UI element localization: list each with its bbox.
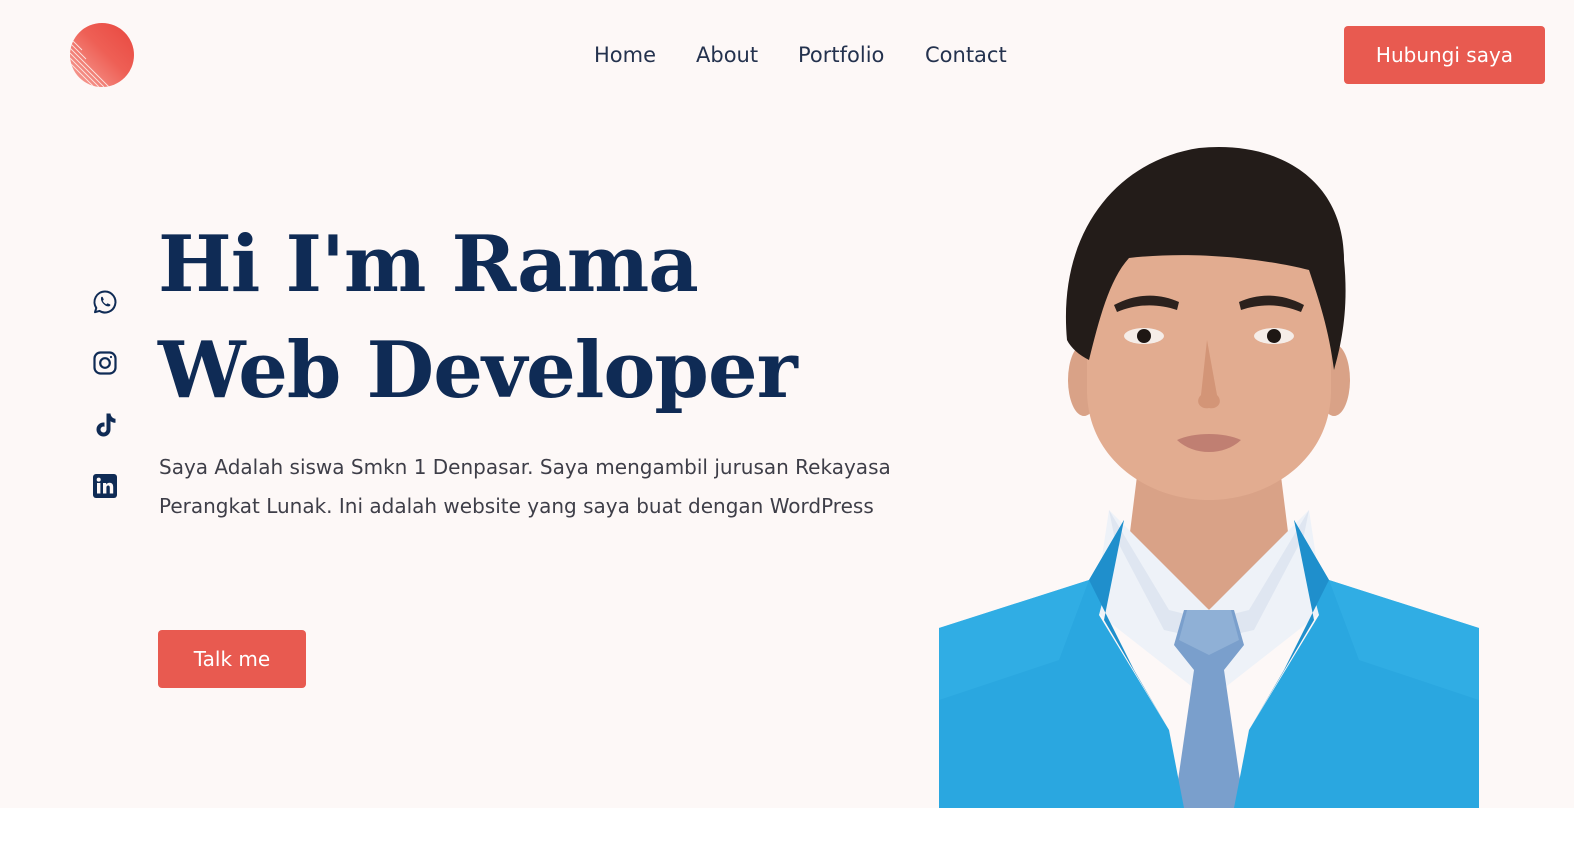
- nav-about[interactable]: About: [696, 40, 758, 70]
- hero-headline-line-1: Hi I'm Rama: [158, 219, 699, 310]
- instagram-icon[interactable]: [91, 349, 119, 377]
- whatsapp-icon[interactable]: [91, 288, 119, 316]
- nav-contact[interactable]: Contact: [925, 40, 1007, 70]
- site-logo[interactable]: [70, 23, 134, 87]
- talk-me-button[interactable]: Talk me: [158, 630, 306, 688]
- linkedin-icon[interactable]: [91, 472, 119, 500]
- tiktok-icon[interactable]: [91, 411, 119, 439]
- nav-portfolio[interactable]: Portfolio: [798, 40, 884, 70]
- hero-description: Saya Adalah siswa Smkn 1 Denpasar. Saya …: [159, 455, 891, 518]
- hero-headline-line-2: Web Developer: [158, 325, 798, 416]
- nav-home[interactable]: Home: [594, 40, 656, 70]
- hubungi-saya-button[interactable]: Hubungi saya: [1344, 26, 1545, 84]
- profile-photo: [939, 140, 1479, 808]
